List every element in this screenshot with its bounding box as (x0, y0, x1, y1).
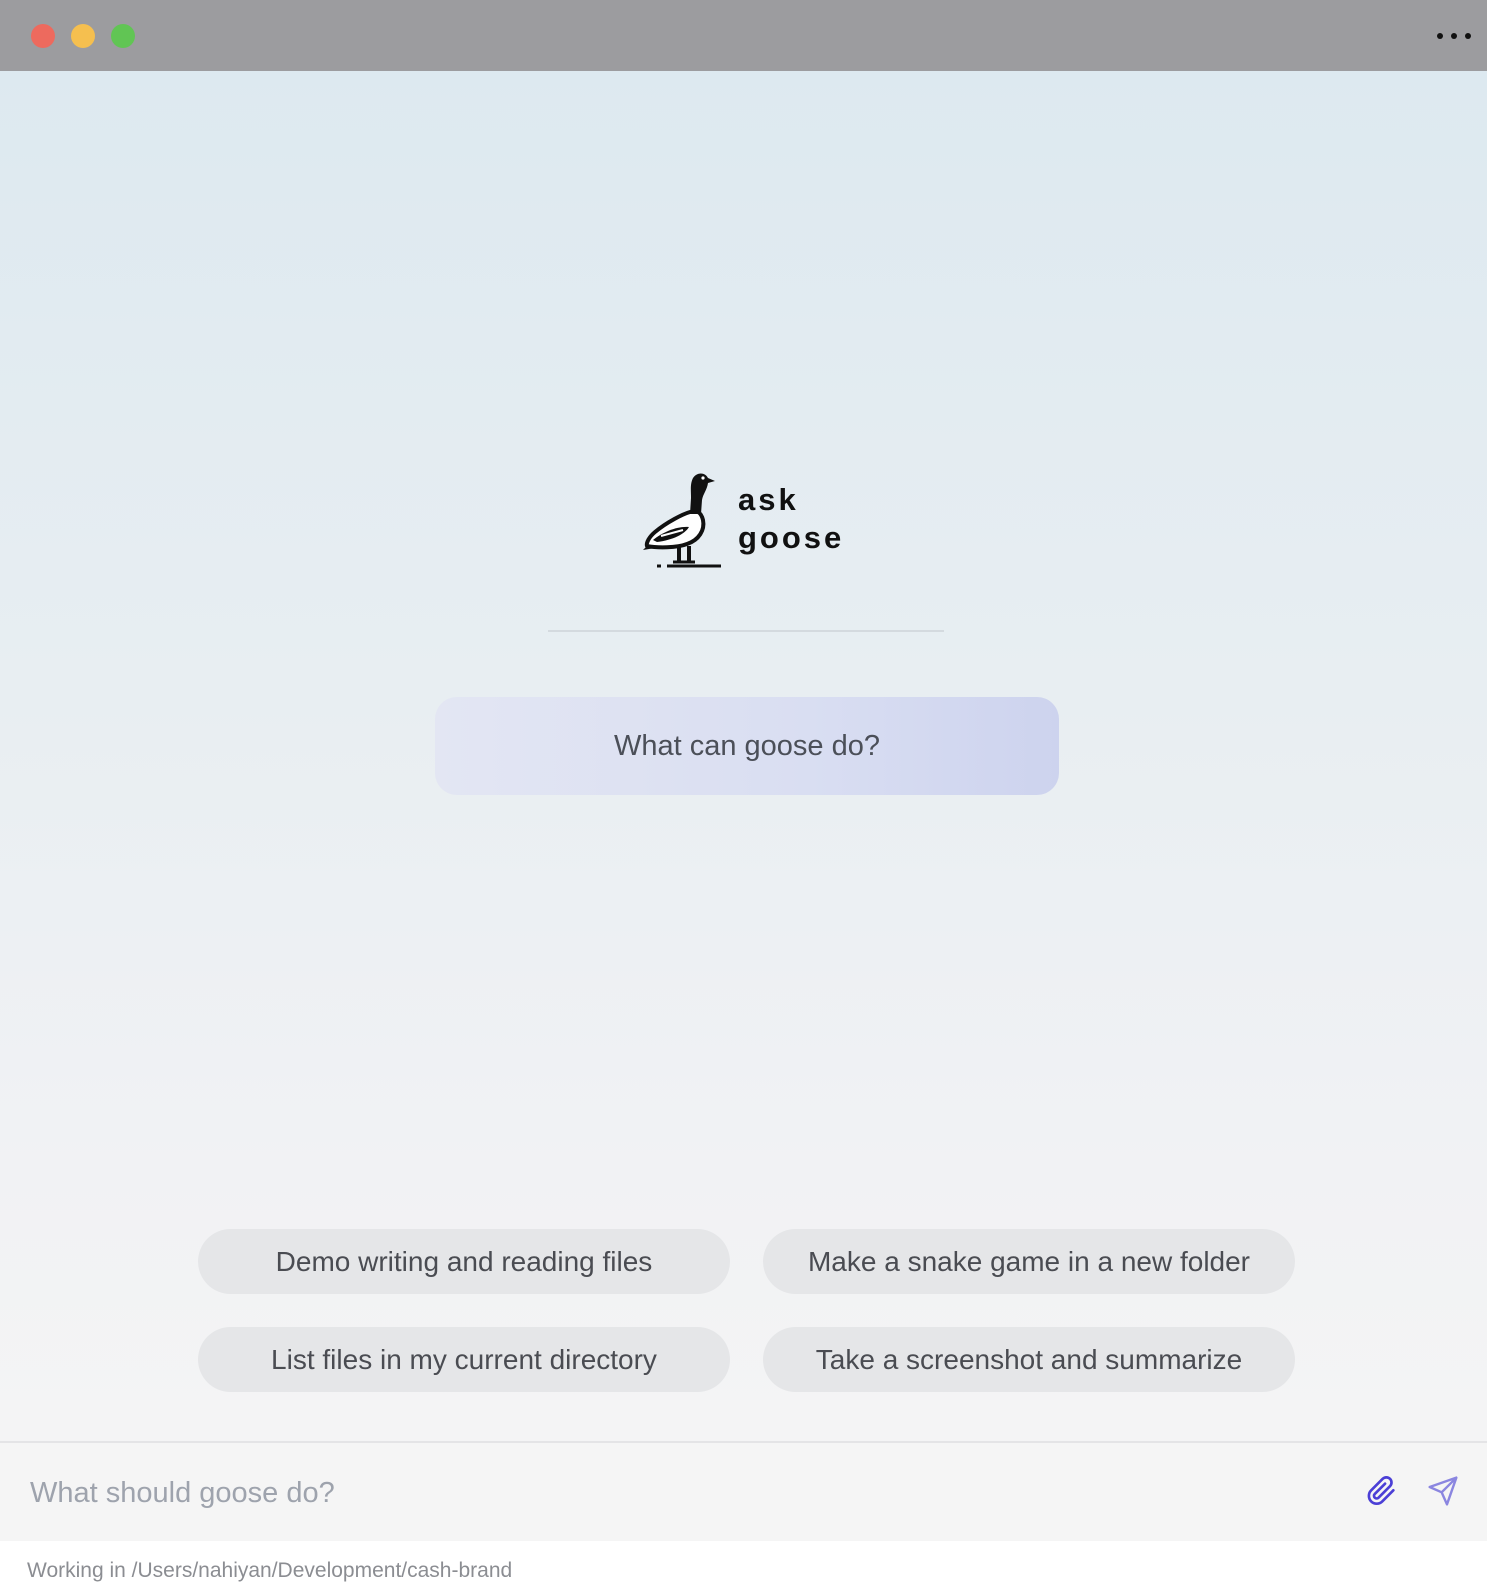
minimize-window-button[interactable] (71, 24, 95, 48)
logo-text-ask: ask (738, 482, 799, 517)
chat-main-area: ask goose What can goose do? Demo writin… (0, 71, 1487, 1441)
status-bar: Working in /Users/nahiyan/Development/ca… (0, 1541, 1487, 1588)
title-bar (0, 0, 1487, 71)
suggestion-chip[interactable]: List files in my current directory (198, 1327, 730, 1392)
working-directory-label: Working in /Users/nahiyan/Development/ca… (27, 1559, 513, 1582)
goose-icon (643, 473, 721, 568)
chat-prompt-input[interactable] (28, 1467, 1332, 1519)
ask-goose-logo: ask goose (643, 470, 858, 570)
logo-text-goose: goose (738, 520, 845, 555)
paperclip-icon[interactable] (1366, 1475, 1398, 1507)
suggestion-chip[interactable]: Demo writing and reading files (198, 1229, 730, 1294)
chat-input-bar (0, 1441, 1487, 1543)
app-window: ask goose What can goose do? Demo writin… (0, 0, 1487, 1588)
send-icon[interactable] (1427, 1475, 1459, 1507)
maximize-window-button[interactable] (111, 24, 135, 48)
suggestion-chip[interactable]: Make a snake game in a new folder (763, 1229, 1295, 1294)
more-horizontal-icon[interactable] (1437, 24, 1471, 48)
suggestion-chip[interactable]: Take a screenshot and summarize (763, 1327, 1295, 1392)
divider (548, 630, 944, 632)
close-window-button[interactable] (31, 24, 55, 48)
what-can-goose-do-card[interactable]: What can goose do? (435, 697, 1059, 795)
